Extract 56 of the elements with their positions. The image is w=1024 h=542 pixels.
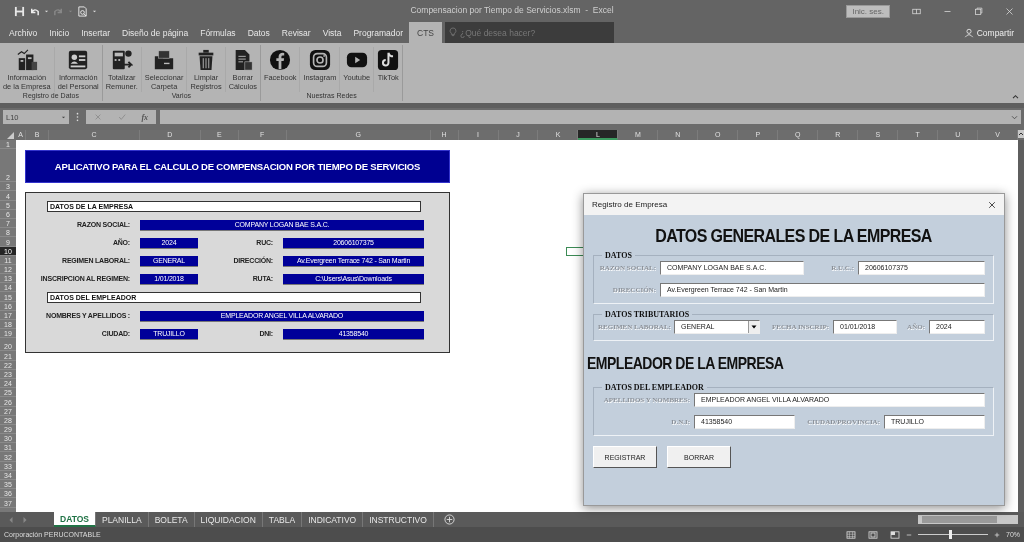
caret-icon <box>61 114 66 120</box>
folder-icon <box>153 49 176 71</box>
page-layout-icon[interactable] <box>868 530 878 539</box>
group-title: DATOS TRIBUTARIOS <box>604 310 691 319</box>
section-heading: EMPLEADOR DE LA EMPRESA <box>587 353 785 373</box>
zoom-in-icon[interactable] <box>994 531 1000 538</box>
horizontal-scrollbar[interactable] <box>918 515 1018 524</box>
add-sheet-icon[interactable] <box>443 514 455 525</box>
id-card-icon <box>67 49 90 71</box>
ribbon-tab[interactable]: Revisar <box>275 22 317 43</box>
form-heading: DATOS GENERALES DE LA EMPRESA <box>655 225 932 247</box>
share-button[interactable]: Compartir <box>957 22 1024 43</box>
ribbon-tab[interactable]: Fórmulas <box>194 22 242 43</box>
expand-caret-icon[interactable] <box>1011 114 1018 120</box>
calculator-icon <box>110 49 133 71</box>
group-title: DATOS <box>604 251 633 260</box>
restore-icon[interactable] <box>974 6 983 16</box>
ribbon-tab[interactable]: Diseño de página <box>116 22 195 43</box>
vertical-scrollbar[interactable] <box>1018 140 1024 512</box>
page-break-icon[interactable] <box>890 530 900 539</box>
previous-sheet-icon[interactable] <box>8 515 14 524</box>
caret-icon <box>68 8 73 14</box>
camera-logo-icon <box>308 49 331 71</box>
check-icon[interactable] <box>117 113 126 121</box>
insert-function-button[interactable]: fx <box>141 112 149 122</box>
ribbon-tab[interactable]: Vista <box>316 22 348 43</box>
ribbon-tab[interactable]: CTS <box>409 22 442 43</box>
save-icon[interactable] <box>14 5 25 17</box>
close-icon[interactable] <box>988 200 996 209</box>
lightbulb-icon <box>449 27 457 37</box>
ribbon-tab[interactable]: Datos <box>241 22 276 43</box>
window-title: Compensacion por Tiempo de Servicios.xlsm - Excel <box>410 5 614 15</box>
caret-icon[interactable] <box>44 8 49 14</box>
ribbon-tab[interactable]: Archivo <box>3 22 44 43</box>
zoom-out-icon[interactable] <box>906 531 912 538</box>
more-icon[interactable] <box>76 112 79 122</box>
print-preview-icon[interactable] <box>77 5 88 17</box>
formula-input[interactable] <box>160 110 1021 124</box>
person-icon <box>963 27 974 38</box>
sheet-tab[interactable]: DATOS <box>54 512 96 527</box>
title-banner: APLICATIVO PARA EL CALCULO DE COMPENSACION POR TIEMPO DE SERVICIOS <box>25 150 450 183</box>
dialog-title: Registro de Empresa <box>592 200 668 209</box>
next-sheet-icon[interactable] <box>22 515 28 524</box>
normal-view-icon[interactable] <box>846 530 856 539</box>
scroll-up-icon[interactable] <box>1018 130 1024 138</box>
facebook-logo-icon <box>269 49 292 71</box>
ribbon-tab[interactable]: Insertar <box>75 22 116 43</box>
group-title: DATOS DEL EMPLEADOR <box>604 383 705 392</box>
customize-caret-icon[interactable] <box>92 8 97 14</box>
sign-in-button[interactable]: Inic. ses. <box>846 4 890 18</box>
ribbon-tab[interactable]: Programador <box>347 22 409 43</box>
ribbon-display-icon[interactable] <box>912 6 921 16</box>
music-note-logo-icon <box>377 49 400 71</box>
building-chart-icon <box>15 49 38 71</box>
ribbon-tab[interactable]: Inicio <box>43 22 76 43</box>
collapse-ribbon-icon[interactable] <box>1012 94 1019 99</box>
